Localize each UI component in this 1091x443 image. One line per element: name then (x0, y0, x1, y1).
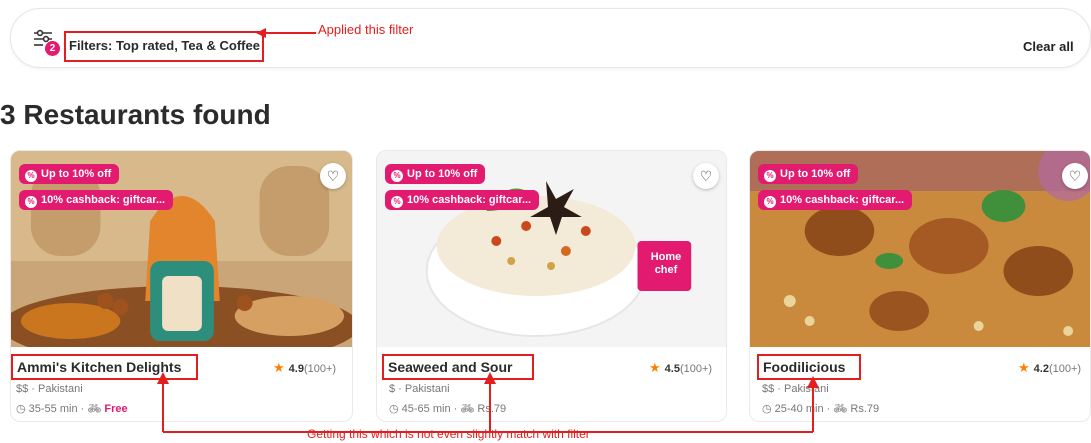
annotation-applied-filter: Applied this filter (318, 22, 414, 37)
favorite-heart-icon[interactable]: ♡ (693, 163, 719, 189)
percent-icon: % (25, 196, 37, 208)
percent-icon: % (391, 170, 403, 182)
filter-count-badge: 2 (45, 41, 60, 56)
percent-icon: % (391, 196, 403, 208)
annotation-mismatch: Getting this which is not even slightly … (307, 427, 590, 441)
discount-badge: % Up to 10% off (385, 164, 486, 184)
favorite-heart-icon[interactable]: ♡ (1062, 163, 1088, 189)
favorite-heart-icon[interactable]: ♡ (320, 163, 346, 189)
cashback-badge: % 10% cashback: giftcar... (19, 190, 174, 210)
percent-icon: % (764, 196, 776, 208)
discount-badge: % Up to 10% off (758, 164, 859, 184)
clear-all-button[interactable]: Clear all (1023, 39, 1074, 54)
percent-icon: % (764, 170, 776, 182)
discount-badge: % Up to 10% off (19, 164, 120, 184)
filter-bar: 2 Filters: Top rated, Tea & Coffee Clear… (10, 8, 1091, 68)
home-chef-tag: Home chef (650, 251, 682, 276)
applied-filters-label[interactable]: Filters: Top rated, Tea & Coffee (64, 31, 264, 62)
annotation-arrow-icon (256, 28, 316, 38)
percent-icon: % (25, 170, 37, 182)
results-count-heading: 3 Restaurants found (0, 99, 271, 130)
cashback-badge: % 10% cashback: giftcar... (385, 190, 540, 210)
cashback-badge: % 10% cashback: giftcar... (758, 190, 913, 210)
